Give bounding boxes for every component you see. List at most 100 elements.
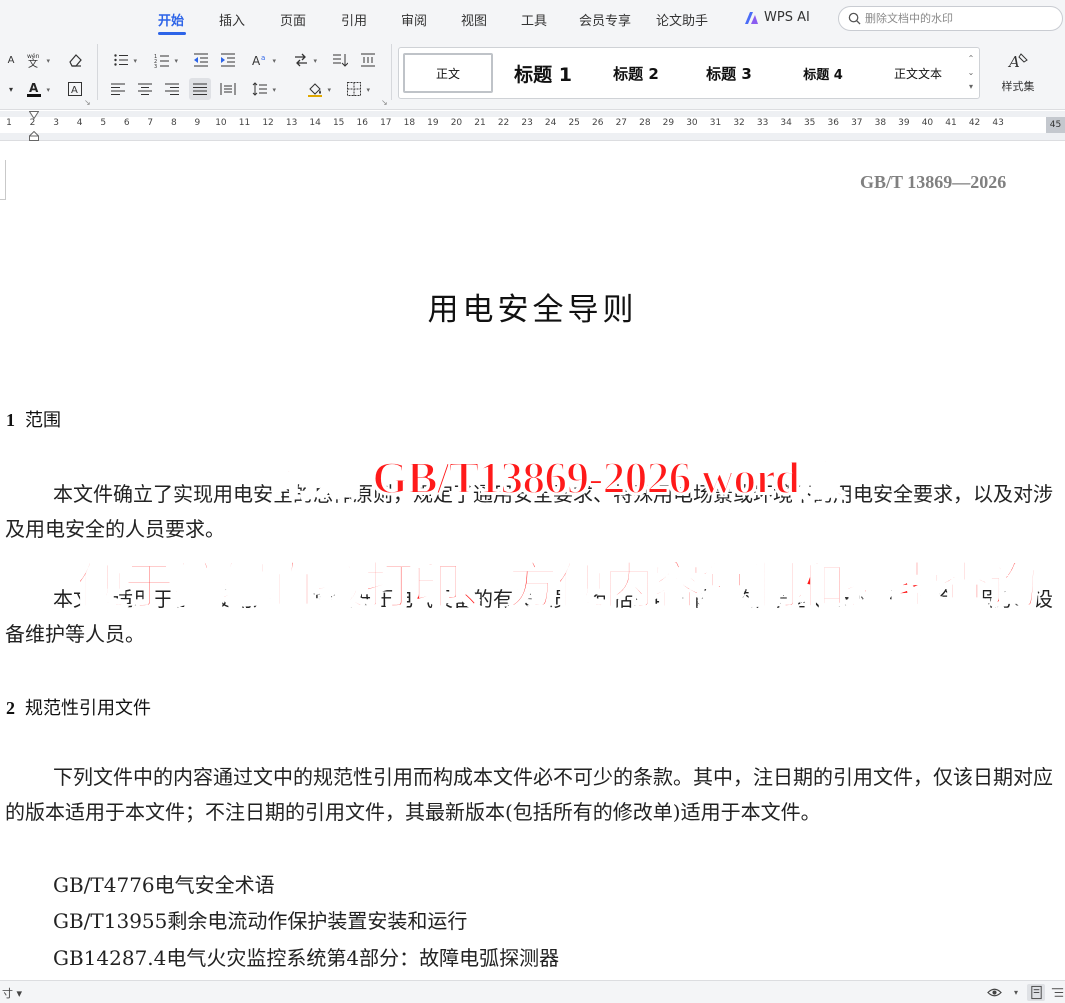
ruler-tick: 14 xyxy=(309,118,321,128)
section-heading-normative-references: 2 规范性引用文件 xyxy=(6,694,151,720)
ruler-tick: 35 xyxy=(803,118,816,128)
increase-indent-button[interactable] xyxy=(217,49,239,71)
text-direction-button[interactable]: ▾ xyxy=(290,49,317,71)
tab-insert[interactable]: 插入 xyxy=(219,10,245,29)
ruler-tick: 12 xyxy=(262,118,274,128)
bullet-list-button[interactable]: ▾ xyxy=(110,49,137,71)
ruler-tick: 34 xyxy=(780,118,792,128)
ruler-tick: 19 xyxy=(427,118,439,128)
reference-item: GB/T4776电气安全术语 xyxy=(53,873,275,897)
ruler-tick: 23 xyxy=(521,118,533,128)
ruler-tick: 5 xyxy=(100,118,107,128)
ruler-tick: 29 xyxy=(662,118,675,128)
ruler-tick: 27 xyxy=(615,118,628,128)
reference-item: GB/T13955剩余电流动作保护装置安装和运行 xyxy=(53,909,468,933)
ruler-tick: 28 xyxy=(639,118,651,128)
status-left-text: 寸 xyxy=(2,987,13,1000)
phonetic-guide-button[interactable]: wén 文 ▾ xyxy=(23,49,50,71)
style-heading-3[interactable]: 标题 3 xyxy=(685,53,773,93)
tab-view[interactable]: 视图 xyxy=(461,10,487,29)
tab-member[interactable]: 会员专享 xyxy=(579,10,631,29)
gallery-scroll-down[interactable]: ⌄ xyxy=(965,68,977,77)
style-heading-4[interactable]: 标题 4 xyxy=(779,53,867,93)
paint-bucket-icon xyxy=(308,83,322,97)
eye-icon xyxy=(986,988,1002,997)
view-mode-caret[interactable]: ▾ xyxy=(1007,984,1025,1001)
status-text[interactable]: 寸 ▾ xyxy=(2,985,22,1001)
distributed-align-button[interactable] xyxy=(217,78,239,100)
svg-text:A: A xyxy=(29,81,39,95)
section-number: 1 xyxy=(6,410,15,430)
left-indent-marker[interactable] xyxy=(29,131,39,141)
align-left-button[interactable] xyxy=(107,78,129,100)
style-heading-2[interactable]: 标题 2 xyxy=(593,53,679,93)
align-right-button[interactable] xyxy=(161,78,183,100)
ruler-tick: 8 xyxy=(170,118,177,128)
font-dialog-launcher[interactable]: ↘ xyxy=(84,98,91,107)
document-header: GB/T 13869—2026 xyxy=(860,172,1007,192)
tab-home[interactable]: 开始 xyxy=(158,10,184,29)
justify-icon xyxy=(193,83,207,95)
active-tab-indicator xyxy=(158,32,186,35)
ruler-tick: 40 xyxy=(921,118,934,128)
gallery-expand[interactable]: ▾ xyxy=(965,82,977,91)
show-hide-marks-button[interactable] xyxy=(357,49,379,71)
section-heading-scope: 1 范围 xyxy=(6,406,61,432)
character-border-icon: A xyxy=(68,82,82,96)
gallery-scroll-up[interactable]: ⌃ xyxy=(965,54,977,63)
align-center-button[interactable] xyxy=(134,78,156,100)
document-canvas[interactable]: GB/T 13869—2026 用电安全导则 1 范围 本文件确立了实现用电安全的… xyxy=(0,142,1065,980)
text-direction-icon xyxy=(295,53,307,67)
first-line-indent-marker[interactable] xyxy=(29,111,39,119)
outline-view-button[interactable] xyxy=(1048,984,1065,1001)
style-normal[interactable]: 正文 xyxy=(403,53,493,93)
eye-protection-button[interactable] xyxy=(985,984,1003,1001)
align-right-icon xyxy=(165,83,179,95)
svg-text:A: A xyxy=(71,85,78,96)
menu-bar: 开始 插入 页面 引用 审阅 视图 工具 会员专享 论文助手 WPS AI xyxy=(0,0,1065,38)
status-bar: 寸 ▾ ▾ xyxy=(0,980,1065,1003)
sort-icon xyxy=(333,54,348,67)
font-color-button[interactable]: A ▾ xyxy=(23,78,50,100)
ruler-tick: 9 xyxy=(194,118,201,128)
borders-button[interactable]: ▾ xyxy=(343,78,370,100)
paragraph-marks-icon xyxy=(361,53,375,67)
align-left-icon xyxy=(111,83,125,95)
tab-tools[interactable]: 工具 xyxy=(521,10,547,29)
style-heading-1[interactable]: 标题 1 xyxy=(499,53,587,93)
ruler-tick: 16 xyxy=(356,118,368,128)
clear-format-button[interactable] xyxy=(64,49,86,71)
tab-page[interactable]: 页面 xyxy=(280,10,306,29)
tab-review[interactable]: 审阅 xyxy=(401,10,427,29)
shading-button[interactable]: ▾ xyxy=(304,78,331,100)
ribbon-separator xyxy=(391,44,392,100)
ruler-tick: 32 xyxy=(733,118,745,128)
style-body-text[interactable]: 正文文本 xyxy=(873,53,963,93)
horizontal-ruler[interactable]: 1 2 3 4 5 6 7 8 9 10 11 12 13 14 15 16 17 18 19 20 21 22 23 24 2… xyxy=(0,111,1065,141)
ruler-tick: 3 xyxy=(53,118,59,128)
numbered-list-button[interactable]: 123 ▾ xyxy=(151,49,178,71)
paragraph-dialog-launcher[interactable]: ↘ xyxy=(381,98,388,107)
character-border-button[interactable]: A xyxy=(64,78,86,100)
ruler-tick: 4 xyxy=(76,118,83,128)
svg-text:3: 3 xyxy=(154,64,157,68)
wps-ai-button[interactable]: WPS AI xyxy=(744,10,810,25)
page-view-button[interactable] xyxy=(1027,984,1045,1001)
ruler-tick: 39 xyxy=(898,118,910,128)
ruler-tick: 38 xyxy=(874,118,887,128)
line-spacing-button[interactable]: ▾ xyxy=(249,78,276,100)
tab-references[interactable]: 引用 xyxy=(341,10,367,29)
sort-button[interactable] xyxy=(329,49,351,71)
tab-thesis-assistant[interactable]: 论文助手 xyxy=(656,10,708,29)
search-input[interactable] xyxy=(865,12,1050,25)
justify-button[interactable] xyxy=(189,78,211,100)
decrease-indent-button[interactable] xyxy=(190,49,212,71)
search-box[interactable] xyxy=(838,6,1063,31)
change-case-button[interactable]: Aa ▾ xyxy=(249,49,276,71)
bullet-list-icon xyxy=(114,54,128,66)
style-set-button[interactable]: A 样式集 xyxy=(988,46,1048,102)
wps-ai-label: WPS AI xyxy=(764,10,810,25)
font-size-decrease-button[interactable]: A xyxy=(0,49,22,71)
ruler-tick: 7 xyxy=(147,118,154,128)
font-size-caret[interactable]: ▾ xyxy=(0,78,22,100)
